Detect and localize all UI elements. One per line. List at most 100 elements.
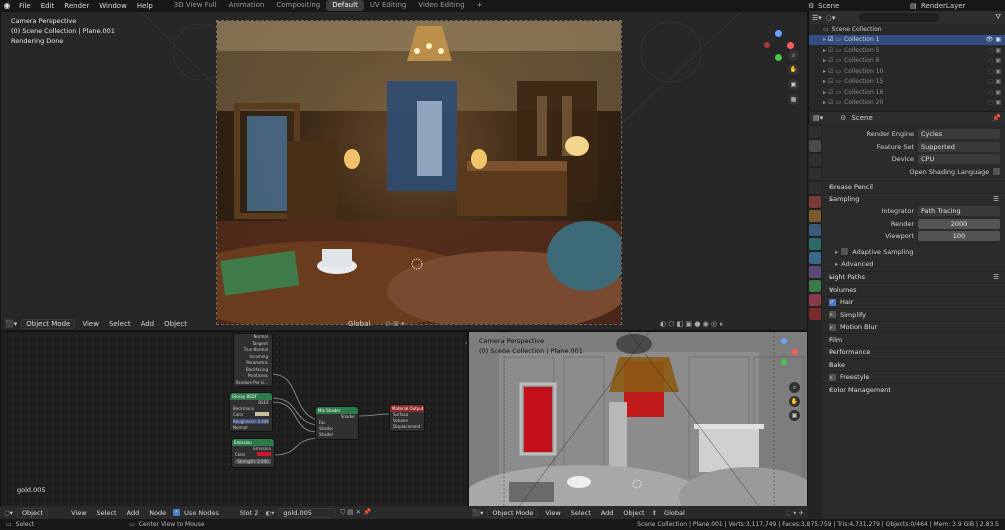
shader-node-editor[interactable]: Normal Tangent True Normal Incoming Para… [0, 331, 468, 519]
shading-icons[interactable]: ◐ ⬡ ◧ ▣ ● ◉ ◎ ⏸ [660, 320, 723, 329]
pan-hand-icon[interactable]: ✋ [788, 64, 799, 75]
zoom-icon[interactable]: ⌕ [789, 382, 800, 393]
editor-type-icon[interactable]: ◌▾ [4, 509, 13, 517]
panel-color-management[interactable]: Color Management [809, 383, 1005, 396]
editor-type-icon[interactable]: ⬛▾ [472, 509, 483, 517]
slot-dropdown[interactable]: Slot 2 [237, 509, 262, 517]
tab-uv-editing[interactable]: UV Editing [364, 0, 413, 11]
menu-add[interactable]: Add [138, 320, 158, 328]
color-swatch[interactable] [255, 412, 269, 416]
outliner-item-collection-6[interactable]: ▸ ☑ ▭ Collection 6 ◌ ▣ [809, 56, 1005, 67]
menu-view[interactable]: View [542, 509, 563, 517]
properties-type-icon[interactable]: ▤▾ [813, 114, 823, 122]
geometry-node[interactable]: Normal Tangent True Normal Incoming Para… [233, 333, 273, 387]
filter-icon[interactable]: ◌▾ [826, 14, 836, 22]
scene-tab-icon[interactable] [809, 182, 821, 194]
panel-simplify[interactable]: Simplify [809, 308, 1005, 321]
integrator-dropdown[interactable]: Path Tracing [918, 206, 1000, 217]
material-tab-icon[interactable] [809, 294, 821, 306]
menu-object[interactable]: Object [620, 509, 647, 517]
menu-help[interactable]: Help [132, 2, 158, 10]
object-tab-icon[interactable] [809, 210, 821, 222]
panel-grease-pencil[interactable]: Grease Pencil [809, 180, 1005, 193]
scene-selector[interactable]: Scene [818, 2, 839, 10]
visibility-icons[interactable]: ◌ ▣ [988, 89, 1001, 96]
motion-blur-checkbox[interactable] [829, 323, 836, 331]
outliner-item-collection-1[interactable]: ▸ ☑ ▭ Collection 1 👁 ▣ [809, 34, 1005, 45]
viewport-3d-solid[interactable]: Camera Perspective (0) Scene Collection … [468, 331, 808, 519]
render-samples-field[interactable]: 2000 [918, 218, 1000, 229]
render-engine-dropdown[interactable]: Cycles [918, 129, 1000, 140]
simplify-checkbox[interactable] [829, 311, 836, 319]
use-nodes-checkbox[interactable]: ✓ [173, 509, 181, 516]
menu-window[interactable]: Window [94, 2, 132, 10]
checkbox-icon[interactable]: ☑ [828, 36, 833, 43]
emission-node[interactable]: Emission Emission Color Strength: 2.000 [231, 438, 275, 468]
add-workspace-button[interactable]: + [471, 0, 489, 11]
world-tab-icon[interactable] [809, 196, 821, 208]
zoom-icon[interactable]: ⌕ [788, 50, 799, 61]
material-actions-icon[interactable]: ⛉ ▤ ✕ 📌 [340, 508, 371, 517]
overlay-icons[interactable]: ◌ ▾ ✈ [785, 509, 804, 517]
outliner-search-input[interactable] [859, 13, 940, 22]
panel-light-paths[interactable]: Light Paths ☰ [809, 270, 1005, 284]
viewport-samples-field[interactable]: 100 [918, 231, 1000, 242]
menu-object[interactable]: Object [161, 320, 190, 328]
panel-freestyle[interactable]: Freestyle [809, 370, 1005, 384]
freestyle-checkbox[interactable] [829, 373, 836, 381]
menu-view[interactable]: View [68, 509, 89, 517]
gizmo-neg-x-axis[interactable] [764, 42, 770, 48]
panel-bake[interactable]: Bake [809, 358, 1005, 371]
menu-file[interactable]: File [14, 2, 36, 10]
physics-tab-icon[interactable] [809, 252, 821, 264]
gizmo-x-axis[interactable] [787, 42, 794, 49]
tab-video-editing[interactable]: Video Editing [412, 0, 470, 11]
outliner-item-collection-10[interactable]: ▸ ☑ ▭ Collection 10 ◌ ▣ [809, 66, 1005, 77]
tab-default[interactable]: Default [326, 0, 364, 11]
menu-node[interactable]: Node [146, 509, 169, 517]
view-layer-tab-icon[interactable] [809, 168, 821, 180]
camera-view-icon[interactable]: ▣ [788, 79, 799, 90]
tab-3d-view-full[interactable]: 3D View Full [168, 0, 223, 11]
modifier-tab-icon[interactable] [809, 224, 821, 236]
pin-icon[interactable]: 📌 [992, 114, 1001, 122]
menu-select[interactable]: Select [106, 320, 134, 328]
outliner-item-collection-15[interactable]: ▸ ☑ ▭ Collection 15 ◌ ▣ [809, 77, 1005, 88]
data-tab-icon[interactable] [809, 280, 821, 292]
panel-performance[interactable]: Performance [809, 345, 1005, 359]
glossy-bsdf-node[interactable]: Glossy BSDF BSDF Beckmann Color Roughnes… [229, 392, 273, 432]
gizmo-y-axis[interactable] [781, 359, 787, 365]
render-tab-icon[interactable] [809, 140, 821, 152]
panel-advanced[interactable]: ▸ Advanced [809, 258, 1005, 271]
gizmo-x-axis[interactable] [792, 349, 798, 355]
navigation-gizmo[interactable] [769, 337, 801, 369]
outliner-type-icon[interactable]: ☰▾ [812, 14, 822, 22]
snap-icon[interactable]: ⊙ ⊞ ▾ [385, 320, 405, 328]
visibility-icons[interactable]: ◌ ▣ [988, 57, 1001, 64]
color-swatch[interactable] [257, 452, 271, 456]
visibility-icons[interactable]: ◌ ▣ [988, 99, 1001, 106]
menu-add[interactable]: Add [124, 509, 143, 517]
menu-select[interactable]: Select [568, 509, 594, 517]
visibility-icons[interactable]: ◌ ▣ [988, 78, 1001, 85]
panel-adaptive-sampling[interactable]: ▸ Adaptive Sampling [809, 246, 1005, 259]
panel-film[interactable]: Film [809, 333, 1005, 346]
tool-tab-icon[interactable] [809, 126, 821, 138]
pan-hand-icon[interactable]: ✋ [789, 396, 800, 407]
ortho-toggle-icon[interactable]: ▦ [788, 94, 799, 105]
panel-volumes[interactable]: Volumes [809, 283, 1005, 296]
scene-collection-row[interactable]: ▭ Scene Collection [809, 24, 1005, 35]
panel-sampling[interactable]: Sampling ☰ [809, 192, 1005, 206]
material-selector[interactable]: gold.005 [278, 507, 337, 518]
mix-shader-node[interactable]: Mix Shader Shader Fac Shader Shader [315, 406, 359, 440]
list-icon[interactable]: ☰ [993, 273, 999, 281]
panel-motion-blur[interactable]: Motion Blur [809, 320, 1005, 334]
visibility-icons[interactable]: ◌ ▣ [988, 47, 1001, 54]
osl-checkbox[interactable] [993, 168, 1000, 176]
device-dropdown[interactable]: CPU [918, 154, 1000, 165]
hair-checkbox[interactable]: ✓ [829, 298, 836, 306]
outliner-filter-icon[interactable]: ⛛ [995, 13, 1001, 22]
menu-select[interactable]: Select [94, 509, 120, 517]
adaptive-sampling-checkbox[interactable] [841, 248, 849, 256]
gizmo-y-axis[interactable] [775, 54, 782, 61]
